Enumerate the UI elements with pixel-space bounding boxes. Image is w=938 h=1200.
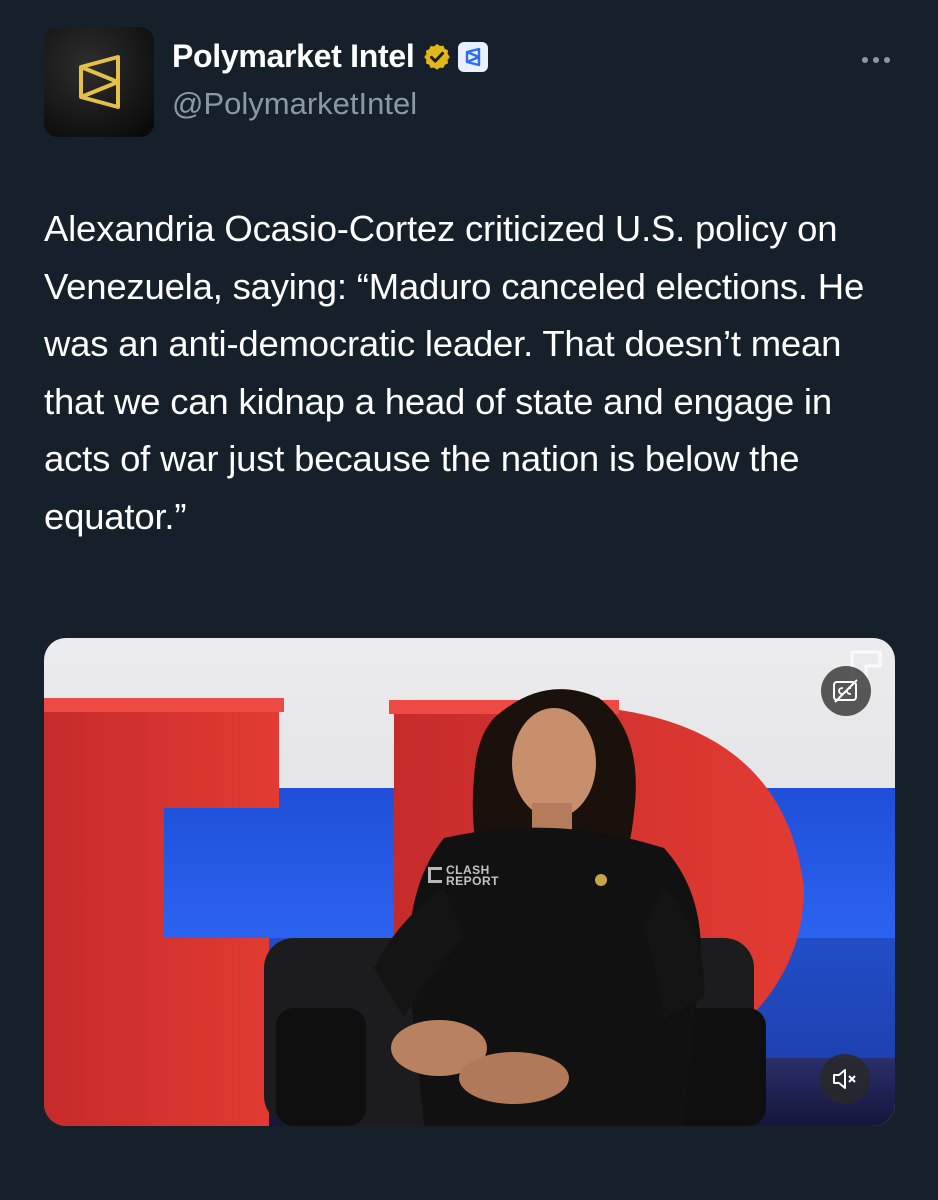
more-dots-icon[interactable] (856, 45, 896, 75)
polymarket-logo-icon (44, 27, 154, 137)
clash-report-logo-icon (428, 867, 442, 883)
muted-speaker-icon (833, 1069, 856, 1089)
tweet-text: Alexandria Ocasio-Cortez criticized U.S.… (44, 208, 865, 537)
video-watermark: CLASH REPORT (428, 864, 500, 888)
verified-gold-check-icon[interactable] (422, 42, 452, 72)
display-name-text: Polymarket Intel (172, 38, 415, 74)
mute-button[interactable] (820, 1054, 870, 1104)
closed-captions-button[interactable] (821, 666, 871, 716)
watermark-line2: REPORT (446, 874, 500, 888)
video-player[interactable]: CLASH REPORT (44, 638, 895, 1126)
polymarket-affiliate-icon[interactable] (458, 41, 489, 72)
handle[interactable]: @PolymarketIntel (172, 86, 417, 122)
avatar[interactable] (44, 27, 154, 137)
tweet-screen: Polymarket Intel @PolymarketIntel Alexan… (0, 0, 938, 1200)
closed-captions-icon (833, 679, 858, 703)
display-name[interactable]: Polymarket Intel (172, 38, 489, 75)
